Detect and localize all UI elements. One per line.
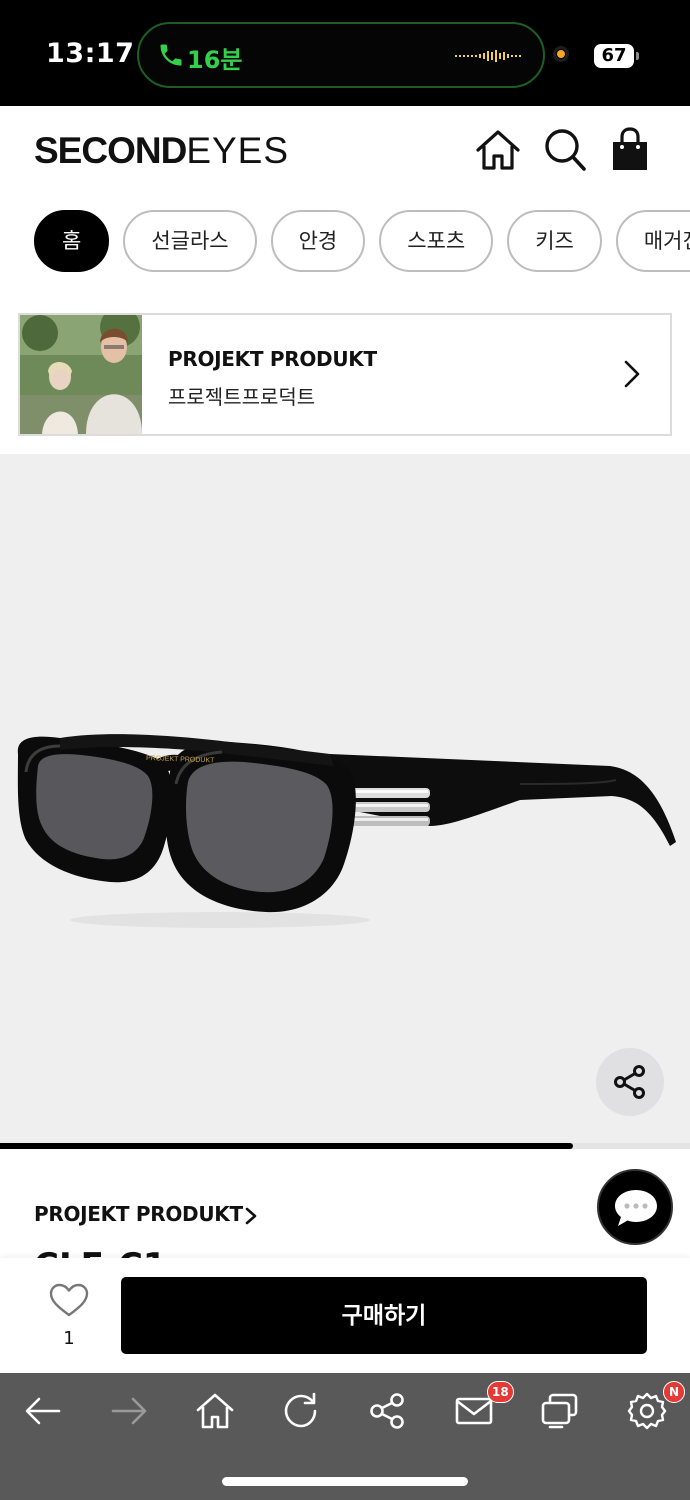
search-icon[interactable] [541, 126, 589, 174]
product-image-gallery[interactable]: PROJEKT PRODUKT [0, 454, 690, 1144]
category-tab-sunglasses[interactable]: 선글라스 [123, 210, 257, 272]
back-arrow-icon[interactable] [21, 1389, 65, 1433]
share-icon [614, 1065, 645, 1099]
category-tab-magazine[interactable]: 매거진 [615, 210, 690, 272]
product-title: CLE-C1 [34, 1244, 167, 1258]
share-icon[interactable] [366, 1389, 410, 1433]
chat-bubble-icon [615, 1190, 657, 1226]
brand-name-korean: 프로젝트프로덕트 [168, 385, 316, 409]
settings-new-badge: N [663, 1381, 685, 1403]
category-tab-sports[interactable]: 스포츠 [379, 210, 494, 272]
product-brand-link[interactable]: PROJEKT PRODUKT [34, 1202, 243, 1226]
category-tabs: 홈선글라스안경스포츠키즈매거진 [34, 210, 690, 274]
logo-text-bold: SECOND [34, 130, 187, 171]
status-time: 13:17 [46, 38, 135, 69]
gallery-progress-fill [0, 1143, 573, 1149]
audio-waveform-icon [455, 50, 521, 62]
active-call-pill[interactable]: 16분 [137, 22, 545, 88]
phone-icon [160, 44, 182, 66]
home-icon[interactable] [193, 1389, 237, 1433]
refresh-icon[interactable] [279, 1389, 323, 1433]
category-tab-glasses[interactable]: 안경 [270, 210, 366, 272]
app-header: SECONDEYES [0, 106, 690, 194]
like-count: 1 [63, 1328, 75, 1349]
home-indicator[interactable] [222, 1477, 468, 1486]
tabs-icon[interactable] [538, 1389, 582, 1433]
status-bar: 13:17 16분 67 [0, 0, 690, 106]
purchase-bar: 1 구매하기 [0, 1258, 690, 1373]
gallery-progress-bar [0, 1143, 690, 1149]
mic-in-use-indicator [553, 46, 569, 62]
buy-button[interactable]: 구매하기 [121, 1277, 647, 1354]
sunglasses-product-image: PROJEKT PRODUKT [17, 734, 676, 928]
settings-gear-icon[interactable] [625, 1389, 669, 1433]
brand-card[interactable]: PROJEKT PRODUKT 프로젝트프로덕트 [18, 313, 672, 436]
battery-indicator: 67 [594, 44, 639, 68]
category-tab-home[interactable]: 홈 [34, 210, 110, 272]
mail-count-badge: 18 [487, 1381, 514, 1403]
shopping-bag-icon[interactable] [606, 126, 654, 174]
share-button[interactable] [596, 1048, 664, 1116]
heart-icon[interactable] [48, 1282, 90, 1318]
call-duration: 16분 [187, 46, 243, 74]
forward-arrow-icon[interactable] [107, 1389, 151, 1433]
chat-button[interactable] [597, 1169, 673, 1245]
category-tab-kids[interactable]: 키즈 [507, 210, 602, 272]
brand-thumbnail-image [20, 315, 142, 434]
secondeyes-logo[interactable]: SECONDEYES [34, 130, 289, 172]
home-icon[interactable] [474, 126, 522, 174]
logo-text-light: EYES [186, 130, 290, 171]
chevron-right-icon [245, 1207, 257, 1225]
brand-name: PROJEKT PRODUKT [168, 347, 377, 371]
chevron-right-icon [624, 360, 640, 388]
